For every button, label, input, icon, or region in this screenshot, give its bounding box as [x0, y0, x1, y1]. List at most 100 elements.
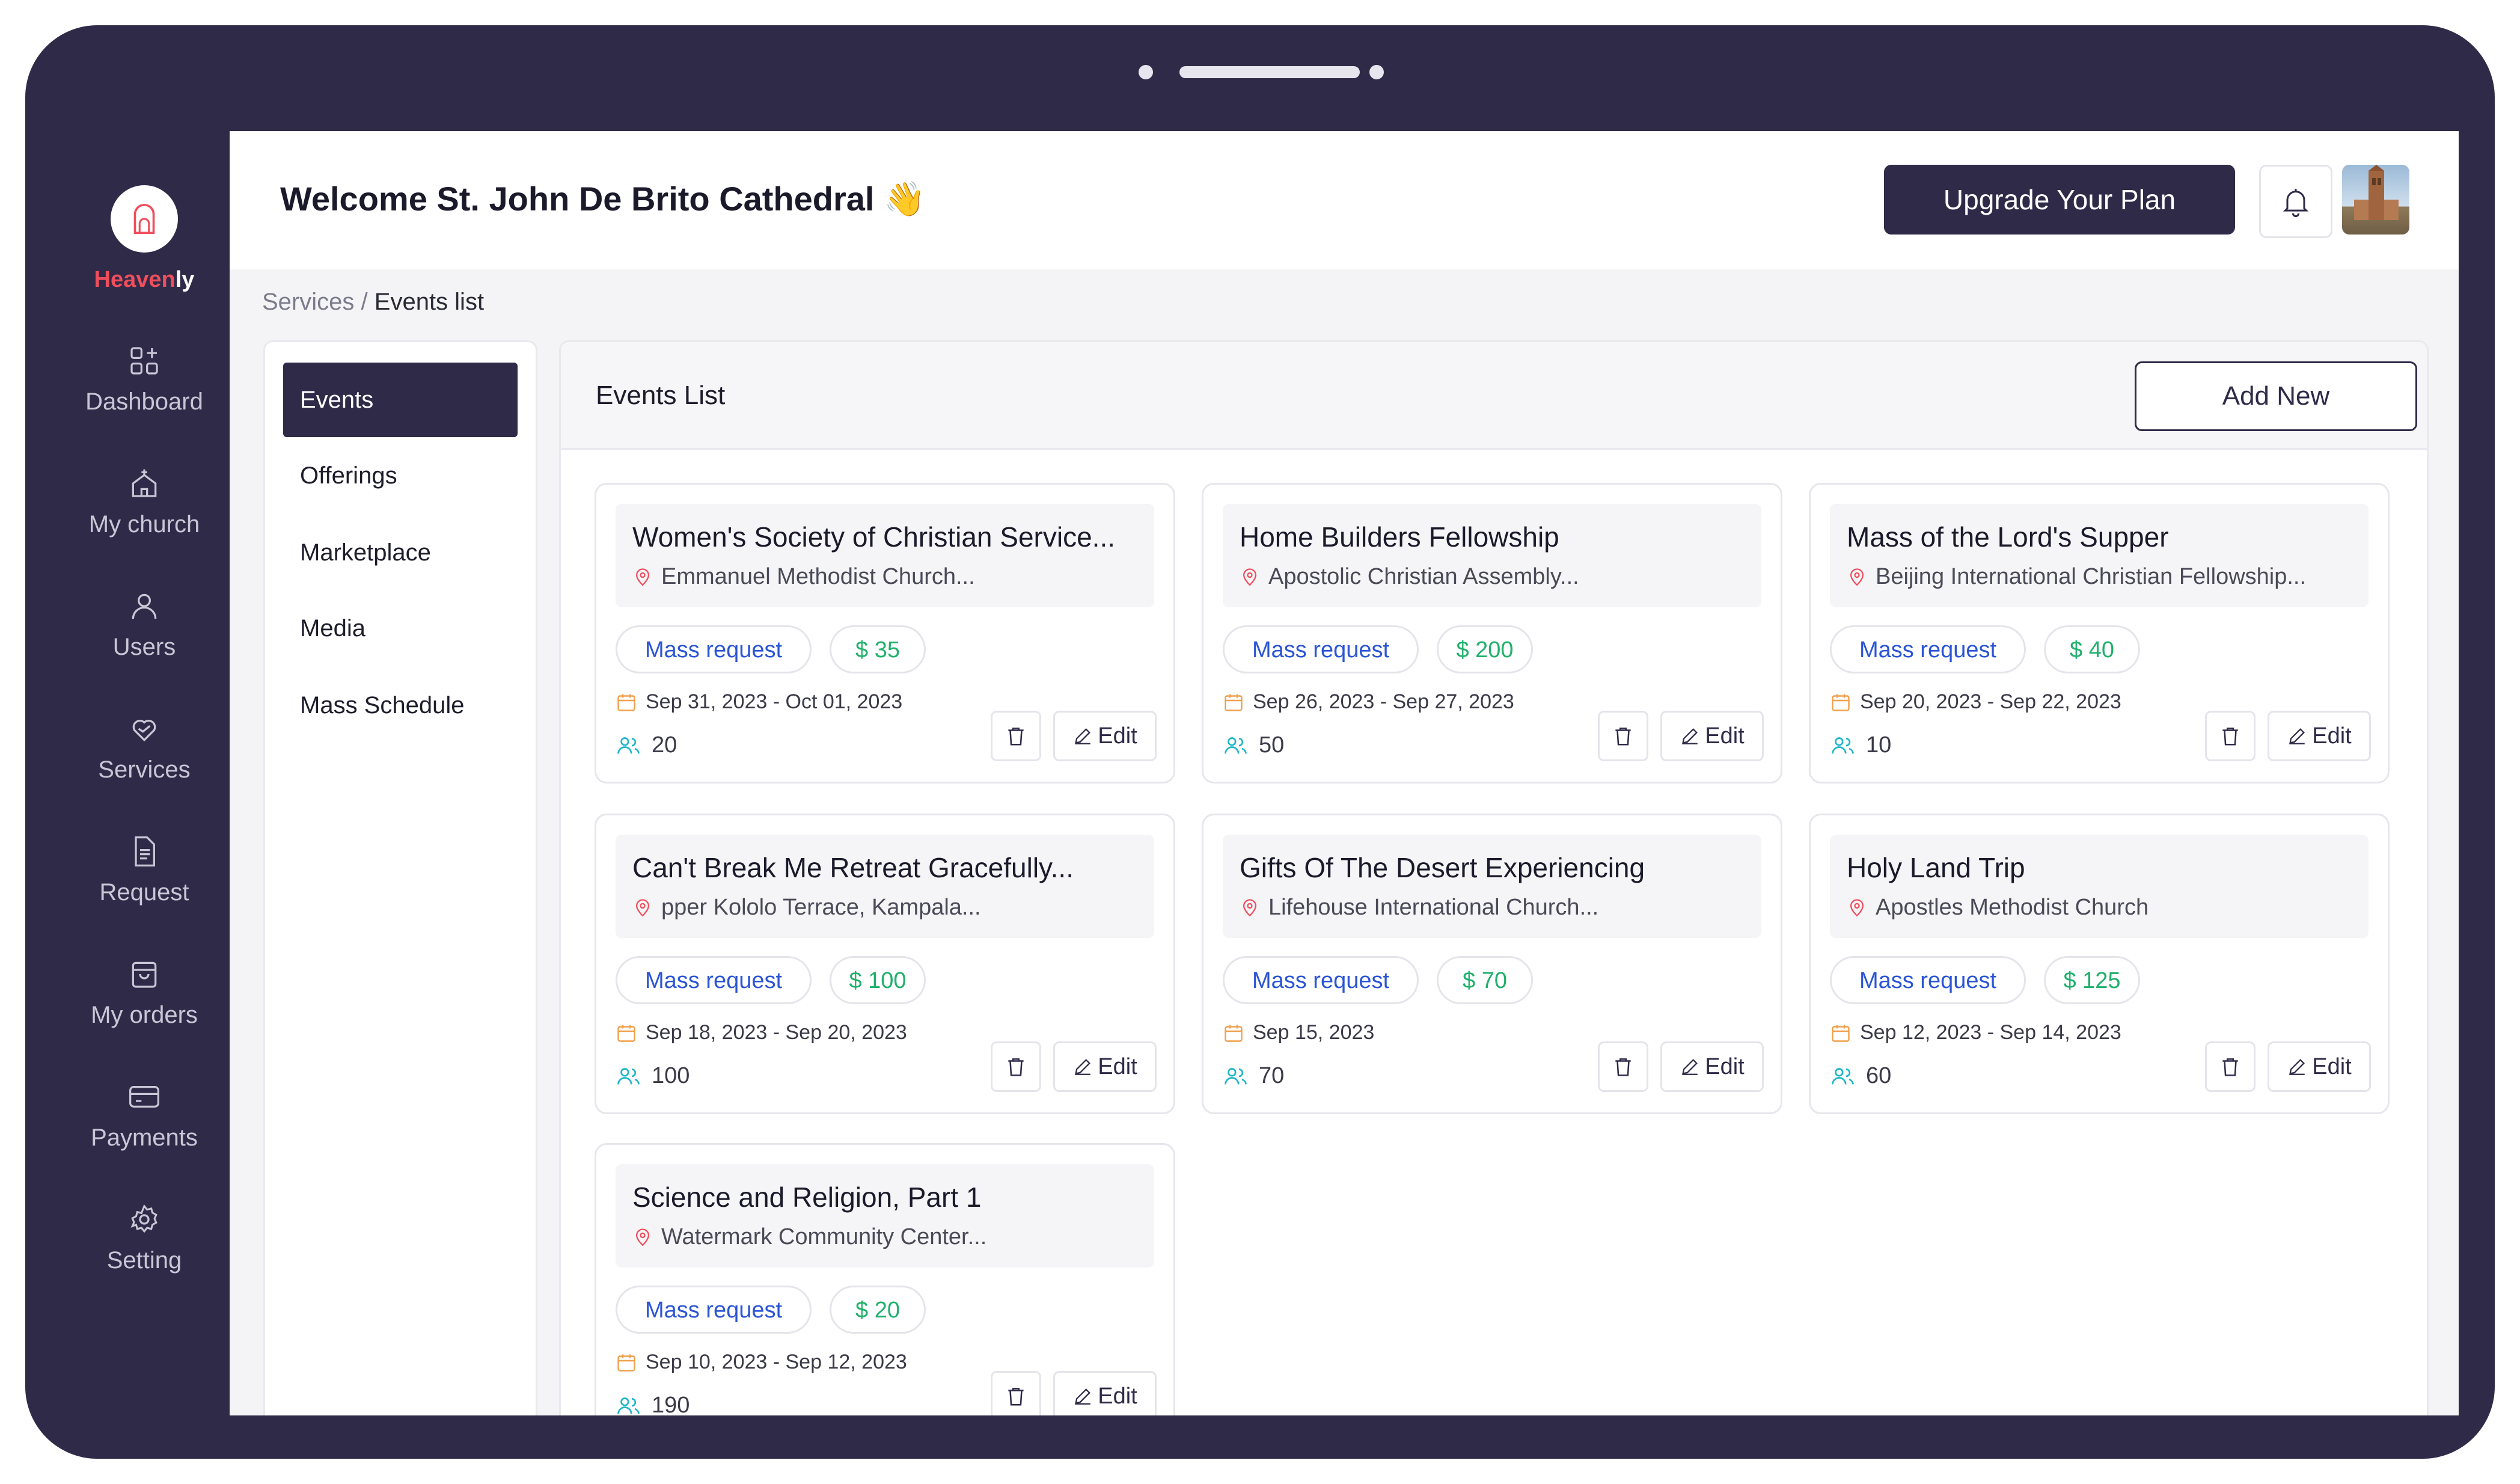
- edit-label: Edit: [2312, 1053, 2352, 1079]
- calendar-icon: [1225, 694, 1243, 711]
- event-price-badge: $ 35: [830, 625, 926, 673]
- event-tag-badge: Mass request: [616, 625, 812, 673]
- sidebar-item-users[interactable]: Users: [25, 589, 263, 661]
- sidebar-item-request[interactable]: Request: [25, 835, 263, 906]
- sidebar-item-label: Dashboard: [85, 388, 203, 415]
- location-pin-icon: [1850, 568, 1864, 586]
- event-price-badge: $ 40: [2044, 625, 2140, 673]
- upgrade-plan-button[interactable]: Upgrade Your Plan: [1884, 165, 2235, 235]
- delete-button[interactable]: [2205, 1041, 2255, 1092]
- event-location: Emmanuel Methodist Church...: [632, 564, 975, 590]
- event-dates-text: Sep 26, 2023 - Sep 27, 2023: [1253, 690, 1514, 713]
- edit-button[interactable]: Edit: [2268, 711, 2371, 761]
- event-card[interactable]: Women's Society of Christian Service... …: [595, 483, 1175, 783]
- event-title: Holy Land Trip: [1847, 852, 2025, 883]
- event-card-header: Can't Break Me Retreat Gracefully... ppe…: [616, 835, 1154, 938]
- event-card[interactable]: Gifts Of The Desert Experiencing Lifehou…: [1202, 814, 1782, 1114]
- camera-bar: [1179, 66, 1360, 78]
- services-submenu: Events Offerings Marketplace Media Mass …: [263, 340, 537, 1415]
- event-card[interactable]: Home Builders Fellowship Apostolic Chris…: [1202, 483, 1782, 783]
- sidebar-item-services[interactable]: Services: [25, 712, 263, 783]
- event-tag-badge: Mass request: [1223, 625, 1419, 673]
- logo[interactable]: [111, 185, 178, 253]
- edit-button[interactable]: Edit: [1660, 711, 1764, 761]
- event-card[interactable]: Science and Religion, Part 1 Watermark C…: [595, 1143, 1175, 1415]
- edit-button[interactable]: Edit: [1053, 711, 1157, 761]
- delete-button[interactable]: [1598, 711, 1648, 761]
- event-location-text: pper Kololo Terrace, Kampala...: [661, 895, 981, 920]
- event-card[interactable]: Can't Break Me Retreat Gracefully... ppe…: [595, 814, 1175, 1114]
- event-attendees-count: 100: [652, 1063, 690, 1088]
- event-price-badge: $ 100: [830, 956, 926, 1004]
- sidebar-item-setting[interactable]: Setting: [25, 1203, 263, 1274]
- sidebar-item-label: Payments: [91, 1124, 198, 1151]
- delete-button[interactable]: [991, 1371, 1041, 1415]
- trash-icon: [2222, 1058, 2238, 1076]
- sidebar-item-payments[interactable]: Payments: [25, 1080, 263, 1151]
- submenu-item-media[interactable]: Media: [283, 591, 518, 666]
- app-screen: Welcome St. John De Brito Cathedral 👋 Up…: [230, 131, 2459, 1415]
- brand-name-part1: Heaven: [94, 267, 176, 292]
- edit-label: Edit: [1098, 723, 1137, 749]
- event-dates: Sep 20, 2023 - Sep 22, 2023: [1830, 690, 2121, 714]
- people-icon: [617, 737, 640, 754]
- event-location: Apostles Methodist Church: [1847, 895, 2148, 921]
- location-pin-icon: [1243, 898, 1257, 916]
- breadcrumb-parent[interactable]: Services: [262, 289, 354, 315]
- trash-icon: [1615, 1058, 1631, 1076]
- event-title: Home Builders Fellowship: [1240, 521, 1559, 553]
- calendar-icon: [1225, 1025, 1243, 1042]
- delete-button[interactable]: [991, 1041, 1041, 1092]
- event-tag-badge: Mass request: [1830, 625, 2026, 673]
- edit-button[interactable]: Edit: [1053, 1371, 1157, 1415]
- edit-button[interactable]: Edit: [1660, 1041, 1764, 1092]
- event-attendees: 70: [1223, 1063, 1284, 1089]
- event-title: Mass of the Lord's Supper: [1847, 521, 2169, 553]
- header: Welcome St. John De Brito Cathedral 👋 Up…: [230, 131, 2459, 269]
- event-attendees: 60: [1830, 1063, 1891, 1089]
- user-icon: [132, 593, 157, 619]
- events-panel: Events List Add New Women's Society of C…: [559, 340, 2429, 1415]
- people-icon: [617, 1397, 640, 1414]
- delete-button[interactable]: [1598, 1041, 1648, 1092]
- event-card[interactable]: Mass of the Lord's Supper Beijing Intern…: [1809, 483, 2390, 783]
- avatar[interactable]: [2342, 165, 2409, 235]
- notifications-button[interactable]: [2259, 165, 2332, 238]
- event-attendees-count: 20: [652, 732, 677, 758]
- pencil-icon: [1682, 1059, 1698, 1075]
- edit-button[interactable]: Edit: [1053, 1041, 1157, 1092]
- calendar-icon: [617, 1025, 635, 1042]
- delete-button[interactable]: [991, 711, 1041, 761]
- people-icon: [1832, 737, 1854, 754]
- credit-card-icon: [129, 1086, 159, 1108]
- submenu-item-marketplace[interactable]: Marketplace: [283, 515, 518, 590]
- edit-label: Edit: [1098, 1053, 1137, 1079]
- event-location: Beijing International Christian Fellowsh…: [1847, 564, 2306, 590]
- event-card[interactable]: Holy Land Trip Apostles Methodist Church…: [1809, 814, 2390, 1114]
- heart-hand-icon: [132, 720, 156, 741]
- sidebar-item-my-orders[interactable]: My orders: [25, 957, 263, 1029]
- sidebar-item-dashboard[interactable]: Dashboard: [25, 344, 263, 415]
- edit-button[interactable]: Edit: [2268, 1041, 2371, 1092]
- event-location-text: Beijing International Christian Fellowsh…: [1876, 564, 2307, 589]
- event-attendees: 50: [1223, 732, 1284, 758]
- sidebar-item-my-church[interactable]: My church: [25, 467, 263, 538]
- event-price-badge: $ 200: [1437, 625, 1533, 673]
- submenu-item-events[interactable]: Events: [283, 363, 518, 437]
- event-dates: Sep 12, 2023 - Sep 14, 2023: [1830, 1021, 2121, 1044]
- submenu-item-offerings[interactable]: Offerings: [283, 438, 518, 513]
- edit-label: Edit: [2312, 723, 2352, 749]
- event-title: Can't Break Me Retreat Gracefully...: [632, 852, 1074, 883]
- pencil-icon: [1682, 728, 1698, 744]
- submenu-item-mass-schedule[interactable]: Mass Schedule: [283, 668, 518, 743]
- add-new-button[interactable]: Add New: [2135, 361, 2417, 431]
- event-dates: Sep 10, 2023 - Sep 12, 2023: [616, 1351, 907, 1374]
- event-attendees: 190: [616, 1393, 690, 1415]
- trash-icon: [1008, 1388, 1024, 1406]
- event-location: Lifehouse International Church...: [1240, 895, 1598, 921]
- event-title: Women's Society of Christian Service...: [632, 521, 1116, 553]
- event-location-text: Apostles Methodist Church: [1876, 895, 2149, 920]
- event-dates: Sep 18, 2023 - Sep 20, 2023: [616, 1021, 907, 1044]
- delete-button[interactable]: [2205, 711, 2255, 761]
- event-dates-text: Sep 18, 2023 - Sep 20, 2023: [646, 1021, 907, 1044]
